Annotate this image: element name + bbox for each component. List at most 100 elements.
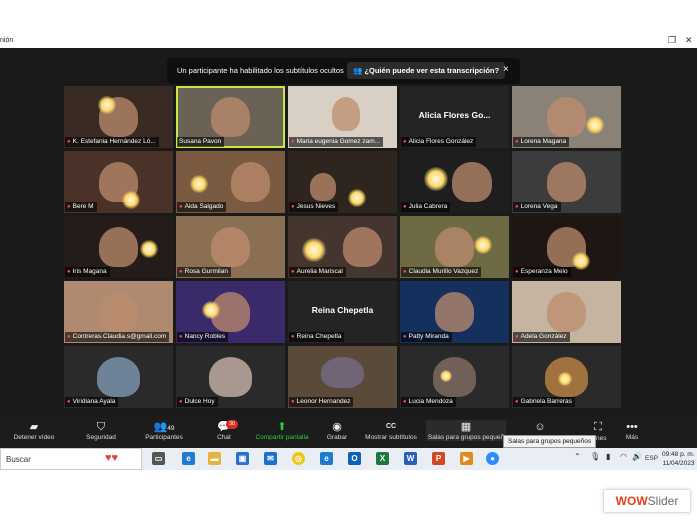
participant-name: ● Viridiana Ayala — [65, 397, 119, 407]
microphone-icon[interactable]: 🎙 — [590, 452, 600, 461]
powerpoint-icon[interactable]: P — [432, 452, 445, 465]
mic-muted-icon: ● — [179, 334, 183, 340]
close-banner-icon[interactable]: × — [503, 64, 509, 75]
participant-tile-no-video[interactable]: Reina Chepetla ● Reina Chepetla — [288, 281, 397, 343]
participant-count: 49 — [167, 425, 175, 432]
participant-name: ● Adela González — [513, 332, 570, 342]
participant-tile[interactable]: ● Dulce Hoy — [176, 346, 285, 408]
mail-icon[interactable]: ✉ — [264, 452, 277, 465]
battery-icon[interactable]: ▮ — [606, 452, 610, 461]
clock-time: 09:48 p. m. — [662, 451, 695, 458]
mic-muted-icon: ● — [515, 139, 519, 145]
participant-name: ● Leonor Hernandez — [289, 397, 354, 407]
participant-tile-no-video[interactable]: Alicia Flores Go... ● Alicia Flores Gonzá… — [400, 86, 509, 148]
security-button[interactable]: ⛉ Seguridad — [76, 420, 126, 441]
media-player-icon[interactable]: ▶ — [460, 452, 473, 465]
participant-tile[interactable]: ● Jesus Nieves — [288, 151, 397, 213]
participant-video — [210, 227, 251, 267]
participant-tile[interactable]: ● Julia Cabrera — [400, 151, 509, 213]
mic-muted-icon: ● — [403, 139, 407, 145]
share-screen-icon: ⬆ — [277, 421, 287, 433]
record-icon: ◉ — [332, 421, 342, 433]
share-screen-button[interactable]: ⬆ Compartir pantalla — [250, 420, 314, 441]
candle-light — [424, 167, 448, 191]
chrome-icon[interactable]: ◎ — [292, 452, 305, 465]
store-icon[interactable]: ▣ — [236, 452, 249, 465]
participant-name: ● Patty Miranda — [401, 332, 452, 342]
participant-name: ● K. Estefania Hernández Ló... — [65, 137, 159, 147]
candle-light — [440, 370, 452, 382]
participant-tile[interactable]: ● Aurelia Mariscal — [288, 216, 397, 278]
chat-button[interactable]: 💬 30 Chat — [206, 420, 242, 441]
participant-video — [434, 227, 475, 267]
participant-video — [208, 357, 253, 397]
participant-tile[interactable]: ● Leonor Hernandez — [288, 346, 397, 408]
participant-name: ● Nancy Robles — [177, 332, 229, 342]
participant-tile[interactable]: ● Gabriela Barreras — [512, 346, 621, 408]
participant-tile[interactable]: ● Claudia Murillo Vazquez — [400, 216, 509, 278]
participant-name: ● Iris Magana — [65, 267, 110, 277]
participant-tile[interactable]: ● Contreras.Claudia.s@gmail.com — [64, 281, 173, 343]
file-explorer-icon[interactable]: ▬ — [208, 452, 221, 465]
more-button[interactable]: ••• Más — [620, 420, 644, 441]
edge-icon[interactable]: e — [182, 452, 195, 465]
whiteboard-button[interactable]: ⛶ — [588, 420, 608, 434]
mic-muted-icon: ● — [403, 204, 407, 210]
participant-tile[interactable]: ● Nancy Robles — [176, 281, 285, 343]
participant-tile[interactable]: ● Viridiana Ayala — [64, 346, 173, 408]
show-captions-button[interactable]: CC Mostrar subtítulos — [362, 420, 420, 441]
transcript-visibility-label: ¿Quién puede ver esta transcripción? — [364, 66, 500, 75]
transcript-visibility-link[interactable]: 👥 ¿Quién puede ver esta transcripción? — [347, 62, 506, 79]
participant-video — [546, 292, 587, 332]
participant-tile[interactable]: ● Maria eugenia Gomez zam... — [288, 86, 397, 148]
participant-tile[interactable]: ● Rosa Gurmilan — [176, 216, 285, 278]
close-icon[interactable]: ✕ — [685, 35, 693, 46]
taskbar-clock[interactable]: 09:48 p. m. 11/04/2023 — [662, 450, 695, 468]
candle-light — [474, 236, 492, 254]
participant-video — [452, 162, 492, 202]
participant-tile[interactable]: ● Adela González — [512, 281, 621, 343]
excel-icon[interactable]: X — [376, 452, 389, 465]
participant-tile[interactable]: ● Esperanza Melo — [512, 216, 621, 278]
participant-video — [98, 292, 139, 332]
participant-video — [210, 97, 251, 137]
participant-display-name: Reina Chepetla — [311, 305, 374, 315]
volume-icon[interactable]: 🔊 — [632, 452, 642, 461]
taskbar-search-box[interactable]: Buscar ♥♥ — [0, 448, 142, 470]
internet-explorer-icon[interactable]: e — [320, 452, 333, 465]
participant-name: ● Jesus Nieves — [289, 202, 339, 212]
participant-tile-active-speaker[interactable]: Susana Pavon — [176, 86, 285, 148]
participant-tile[interactable]: ● Lorena Vega — [512, 151, 621, 213]
participant-video — [320, 357, 365, 389]
mic-muted-icon: ● — [403, 334, 407, 340]
breakout-rooms-button[interactable]: ▦ Salas para grupos pequeñ — [426, 420, 506, 441]
participant-tile[interactable]: ● Lucia Mendoza — [400, 346, 509, 408]
participant-tile[interactable]: ● Aida Salgado — [176, 151, 285, 213]
participant-tile[interactable]: ● Patty Miranda — [400, 281, 509, 343]
participant-name: ● Aida Salgado — [177, 202, 227, 212]
stop-video-button[interactable]: ▰ Detener vídeo — [4, 420, 64, 441]
participants-button[interactable]: 👥49 Participantes — [136, 420, 192, 441]
outlook-icon[interactable]: O — [348, 452, 361, 465]
language-indicator[interactable]: ESP — [645, 455, 658, 462]
participant-tile[interactable]: ● Iris Magana — [64, 216, 173, 278]
mic-muted-icon: ● — [67, 399, 71, 405]
participant-tile[interactable]: ● K. Estefania Hernández Ló... — [64, 86, 173, 148]
wifi-icon[interactable]: ◠ — [620, 452, 627, 461]
record-button[interactable]: ◉ Grabar — [320, 420, 354, 441]
reactions-button[interactable]: ☺ — [530, 420, 550, 434]
participant-tile[interactable]: ● Bere M — [64, 151, 173, 213]
word-icon[interactable]: W — [404, 452, 417, 465]
participant-name: ● Julia Cabrera — [401, 202, 451, 212]
mic-muted-icon: ● — [515, 269, 519, 275]
candle-light — [572, 252, 590, 270]
video-camera-icon: ▰ — [29, 421, 39, 433]
participant-tile[interactable]: ● Lorena Magana — [512, 86, 621, 148]
zoom-icon[interactable]: ● — [486, 452, 499, 465]
tray-arrow-icon[interactable]: ⌃ — [574, 452, 581, 461]
breakout-rooms-tooltip: Salas para grupos pequeños — [503, 435, 597, 448]
task-view-icon[interactable]: ▭ — [152, 452, 165, 465]
participant-name: ● Maria eugenia Gomez zam... — [289, 137, 384, 147]
restore-icon[interactable]: ❐ — [668, 35, 676, 46]
participant-video — [96, 357, 141, 397]
